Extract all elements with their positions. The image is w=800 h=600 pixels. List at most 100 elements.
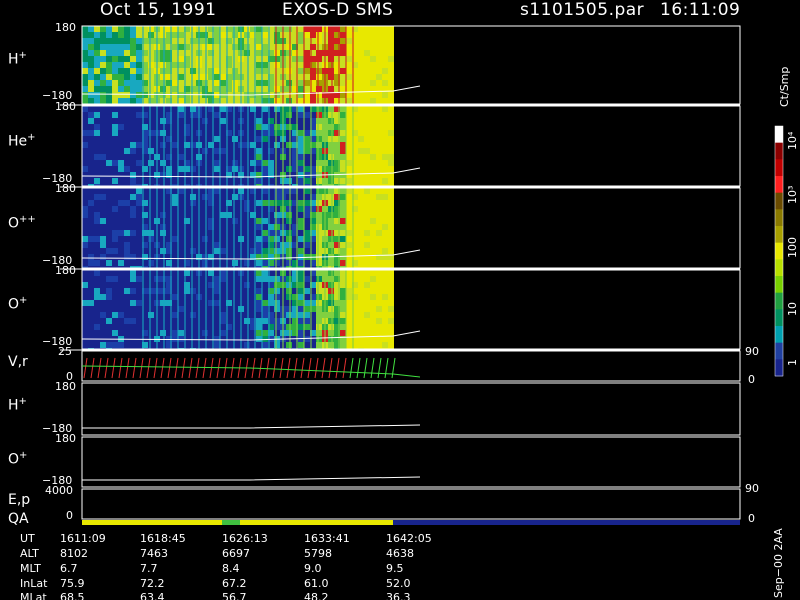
spectrogram-cell	[376, 160, 382, 166]
ytick-ep-top: 4000	[45, 484, 73, 497]
table-row-label: MLat	[20, 591, 47, 600]
spectrogram-cell	[358, 324, 364, 330]
spectrogram-cell	[124, 324, 130, 330]
spectrogram-cell	[370, 236, 376, 242]
spectrogram-stripe	[142, 188, 144, 268]
spectrogram-stripe	[240, 106, 242, 186]
spectrogram-cell	[112, 112, 118, 118]
velocity-vector	[391, 357, 396, 379]
ytick-he-top: 180	[55, 100, 76, 113]
spectrogram-cell	[94, 74, 100, 80]
spectrogram-cell	[94, 236, 100, 242]
spectrogram-cell	[370, 218, 376, 224]
spectrogram-cell	[94, 142, 100, 148]
spectrogram-cell	[118, 218, 124, 224]
spectrogram-cell	[364, 324, 370, 330]
spectrogram-cell	[130, 92, 136, 98]
spectrogram-cell	[370, 166, 376, 172]
spectrogram-cell	[106, 148, 112, 154]
spectrogram-cell	[100, 68, 106, 74]
spectrogram-cell	[88, 106, 94, 112]
spectrogram-cell	[94, 254, 100, 260]
spectrogram-cell	[88, 130, 94, 136]
spectrogram-cell	[364, 236, 370, 242]
spectrogram-cell	[112, 44, 118, 50]
spectrogram-cell	[358, 236, 364, 242]
spectrogram-cell	[124, 194, 130, 200]
spectrogram-stripe	[163, 106, 165, 186]
spectrogram-stripe	[303, 26, 305, 104]
spectrogram-stripe	[268, 188, 270, 268]
spectrogram-cell	[106, 324, 112, 330]
spectrogram-stripe	[254, 26, 256, 104]
spectrogram-cell	[376, 68, 382, 74]
spectrogram-cell	[382, 194, 388, 200]
colorbar-tick-1: 1	[786, 359, 799, 366]
spectrogram-cell	[124, 248, 130, 254]
spectrogram-cell	[82, 212, 88, 218]
table-cell: 7463	[140, 547, 168, 560]
spectrogram-cell	[112, 236, 118, 242]
spectrogram-cell	[112, 200, 118, 206]
spectrogram-cell	[136, 330, 142, 336]
spectrogram-cell	[100, 324, 106, 330]
spectrogram-cell	[358, 166, 364, 172]
spectrogram-cell	[94, 166, 100, 172]
spectrogram-cell	[100, 74, 106, 80]
spectrogram-cell	[124, 212, 130, 218]
spectrogram-cell	[136, 142, 142, 148]
spectrogram-cell	[100, 230, 106, 236]
spectrogram-cell	[130, 136, 136, 142]
spectrogram-cell	[370, 172, 376, 178]
spectrogram-cell	[376, 236, 382, 242]
spectrogram-cell	[130, 26, 136, 32]
spectrogram-cell	[136, 212, 142, 218]
ytick-vr-top: 25	[58, 345, 72, 358]
spectrogram-cell	[364, 50, 370, 56]
spectrogram-cell	[100, 118, 106, 124]
spectrogram-cell	[382, 74, 388, 80]
spectrogram-cell	[370, 124, 376, 130]
spectrogram-cell	[136, 254, 142, 260]
spectrogram-cell	[112, 306, 118, 312]
spectrogram-cell	[112, 242, 118, 248]
spectrogram-cell	[88, 282, 94, 288]
spectrogram-stripe	[254, 106, 256, 186]
qa-bar-empty	[393, 520, 740, 525]
spectrogram-cell	[364, 230, 370, 236]
spectrogram-cell	[124, 330, 130, 336]
spectrogram-cell	[376, 206, 382, 212]
spectrogram-cell	[106, 26, 112, 32]
spectrogram-cell	[364, 342, 370, 348]
spectrogram-cell	[118, 26, 124, 32]
spectrogram-cell	[136, 224, 142, 230]
spectrogram-cell	[136, 188, 142, 194]
velocity-vector	[181, 357, 186, 379]
spectrogram-cell	[118, 230, 124, 236]
spectrogram-cell	[370, 178, 376, 184]
spectrogram-cell	[82, 342, 88, 348]
spectrogram-cell	[358, 50, 364, 56]
spectrogram-cell	[82, 166, 88, 172]
spectrogram-cell	[82, 92, 88, 98]
spectrogram-cell	[130, 74, 136, 80]
spectrogram-stripe	[240, 26, 242, 104]
spectrogram-cell	[388, 248, 394, 254]
spectrogram-cell	[124, 224, 130, 230]
spectrogram-cell	[136, 200, 142, 206]
table-cell: 6.7	[60, 562, 78, 575]
spectrogram-cell	[88, 118, 94, 124]
spectrogram-cell	[358, 294, 364, 300]
spectrogram-cell	[376, 98, 382, 104]
spectrogram-cell	[94, 124, 100, 130]
spectrogram-cell	[130, 62, 136, 68]
spectrogram-cell	[370, 112, 376, 118]
spectrogram-cell	[106, 194, 112, 200]
spectrogram-cell	[130, 148, 136, 154]
spectrogram-cell	[376, 282, 382, 288]
spectrogram-cell	[130, 294, 136, 300]
spectrogram-cell	[358, 106, 364, 112]
velocity-vector	[132, 357, 137, 379]
spectrogram-cell	[118, 206, 124, 212]
spectrogram-stripe	[184, 26, 186, 104]
